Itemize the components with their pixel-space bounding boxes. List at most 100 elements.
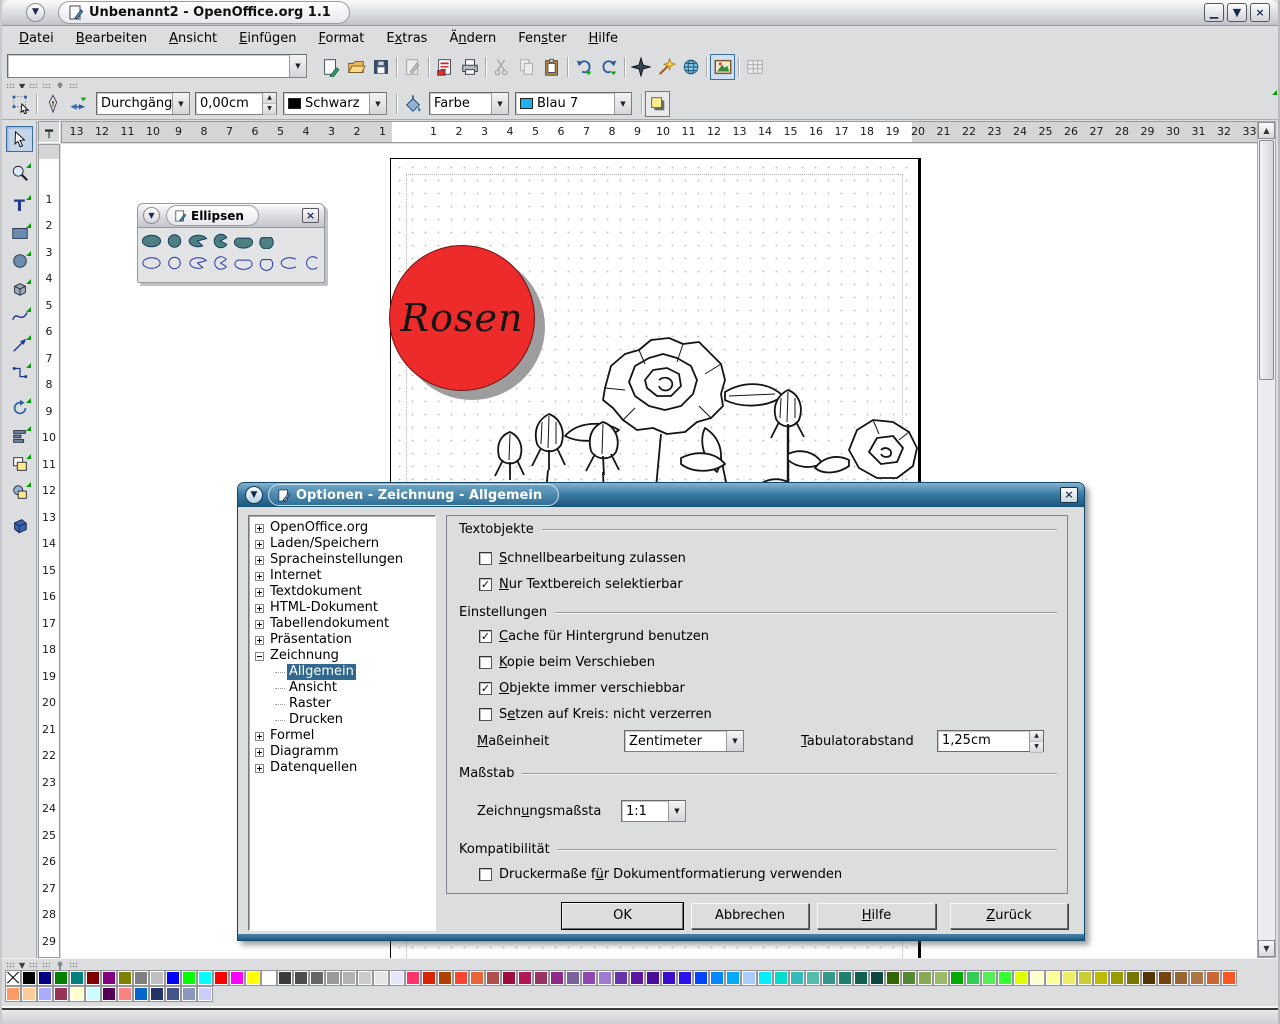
color-swatch-008000[interactable] <box>54 971 68 985</box>
color-swatch-008080[interactable] <box>70 971 84 985</box>
color-swatch-666666[interactable] <box>310 971 324 985</box>
color-swatch-aaccff[interactable] <box>742 971 756 985</box>
options-tree[interactable]: OpenOffice.orgLaden/SpeichernSpracheinst… <box>248 515 436 931</box>
edit-points-icon[interactable] <box>8 91 33 117</box>
scroll-up-button[interactable]: ▲ <box>1258 122 1275 139</box>
open-icon[interactable] <box>343 54 368 80</box>
tree-item-raster[interactable]: Raster <box>249 696 435 712</box>
ellipse-pie-filled-tool[interactable] <box>186 231 209 251</box>
color-swatch-0000ff[interactable] <box>166 971 180 985</box>
color-swatch-eeee66[interactable] <box>1062 971 1076 985</box>
color-swatch-ffffff[interactable] <box>262 971 276 985</box>
paste-icon[interactable] <box>539 54 564 80</box>
color-swatch-774411[interactable] <box>1158 971 1172 985</box>
dialog-menu-button[interactable]: ▼ <box>245 486 263 504</box>
cut-icon[interactable] <box>489 54 514 80</box>
tree-item-allgemein[interactable]: Allgemein <box>249 664 435 680</box>
checkbox-unchecked[interactable] <box>479 552 492 565</box>
color-swatch-558833[interactable] <box>902 971 916 985</box>
checkbox-no-distort-on-circle[interactable]: Setzen auf Kreis: nicht verzerren <box>479 706 712 722</box>
color-swatch-2a12ef[interactable] <box>678 971 692 985</box>
tree-item-datenquellen[interactable]: Datenquellen <box>249 760 435 776</box>
line-style-combobox[interactable]: Durchgäng ▼ <box>96 92 190 115</box>
minimize-button[interactable]: ▁ <box>1204 3 1224 22</box>
circle-pie-filled-tool[interactable] <box>209 231 232 251</box>
grip-handle[interactable] <box>42 962 51 969</box>
unit-combobox[interactable]: Zentimeter ▼ <box>624 730 744 752</box>
line-pen-icon[interactable] <box>40 91 65 117</box>
dialog-titlebar[interactable]: ▼ Optionen - Zeichnung - Allgemein × <box>238 483 1084 507</box>
menu-fenster[interactable]: Fenster <box>507 28 577 50</box>
grip-handle[interactable] <box>6 962 15 969</box>
expand-icon[interactable] <box>255 540 264 549</box>
menu-hilfe[interactable]: Hilfe <box>577 28 629 50</box>
color-swatch-8e2a8e[interactable] <box>550 971 564 985</box>
color-swatch-e6e6e6[interactable] <box>374 971 388 985</box>
color-swatch-4a0e9e[interactable] <box>646 971 660 985</box>
tree-item-formel[interactable]: Formel <box>249 728 435 744</box>
vertical-scrollbar[interactable]: ▲ ▼ <box>1257 121 1276 958</box>
scroll-down-button[interactable]: ▼ <box>1258 940 1275 957</box>
tree-item-ansicht[interactable]: Ansicht <box>249 680 435 696</box>
color-swatch-223366[interactable] <box>150 987 164 1001</box>
undo-icon[interactable] <box>571 54 596 80</box>
colorbar-handle[interactable]: ▼ <box>6 961 78 970</box>
menu-einfügen[interactable]: Einfügen <box>228 28 307 50</box>
color-swatch-cc6633[interactable] <box>1206 971 1220 985</box>
color-swatch-800080[interactable] <box>102 971 116 985</box>
effects-tool[interactable] <box>6 479 33 505</box>
color-swatch-6633aa[interactable] <box>614 971 628 985</box>
color-swatch-b04100[interactable] <box>438 971 452 985</box>
gallery-icon[interactable] <box>710 54 735 80</box>
window-titlebar[interactable]: ▼ Unbenannt2 - OpenOffice.org 1.1 ▁ ▼ × <box>2 0 1278 26</box>
ellipse-toolbar-close-button[interactable]: × <box>302 208 319 223</box>
expand-icon[interactable] <box>255 620 264 629</box>
checkbox-unchecked[interactable] <box>479 656 492 669</box>
line-color-combobox[interactable]: Schwarz ▼ <box>283 92 387 115</box>
color-swatch-e8653a[interactable] <box>470 971 484 985</box>
color-swatch-cccccc[interactable] <box>358 971 372 985</box>
fill-color-dropdown[interactable]: ▼ <box>614 93 631 114</box>
line-width-spinner[interactable]: ▲▼ <box>262 93 276 114</box>
color-swatch-4d4d4d[interactable] <box>294 971 308 985</box>
expand-icon[interactable] <box>255 748 264 757</box>
save-icon[interactable] <box>368 54 393 80</box>
color-swatch-336600[interactable] <box>886 971 900 985</box>
tab-stops-field[interactable]: 1,25cm ▲▼ <box>937 730 1044 752</box>
options-dialog[interactable]: ▼ Optionen - Zeichnung - Allgemein × Ope… <box>237 482 1085 941</box>
circle-arc-tool[interactable] <box>301 253 324 273</box>
ellipse-outline-tool[interactable] <box>140 253 163 273</box>
color-swatch-777700[interactable] <box>1126 971 1140 985</box>
zoom-tool[interactable] <box>6 160 33 186</box>
tree-item-textdokument[interactable]: Textdokument <box>249 584 435 600</box>
new-document-icon[interactable] <box>318 54 343 80</box>
tree-item-laden/speichern[interactable]: Laden/Speichern <box>249 536 435 552</box>
color-swatch-9d7bd3[interactable] <box>598 971 612 985</box>
circle-outline-tool[interactable] <box>163 253 186 273</box>
print-icon[interactable] <box>457 54 482 80</box>
alignment-tool[interactable] <box>6 423 33 449</box>
color-swatch-ff9966[interactable] <box>6 987 20 1001</box>
shadow-toggle-icon[interactable] <box>645 91 670 117</box>
ellipse-segment-filled-tool[interactable] <box>232 231 255 251</box>
tree-item-html-dokument[interactable]: HTML-Dokument <box>249 600 435 616</box>
color-swatch-808000[interactable] <box>118 971 132 985</box>
color-swatch-0044ff[interactable] <box>694 971 708 985</box>
color-swatch-996633[interactable] <box>1174 971 1188 985</box>
color-swatch-8899bb[interactable] <box>182 987 196 1001</box>
copy-icon[interactable] <box>514 54 539 80</box>
ellipse-toolbar-titlebar[interactable]: ▼ Ellipsen × <box>138 204 324 228</box>
color-swatch-3b3b3b[interactable] <box>278 971 292 985</box>
colorbar-more-arrow[interactable]: ▼ <box>19 962 25 969</box>
grip-handle[interactable] <box>29 962 38 969</box>
color-swatch-dc2300[interactable] <box>422 971 436 985</box>
drawing-scale-dropdown[interactable]: ▼ <box>668 801 685 821</box>
color-swatch-ff4332[interactable] <box>454 971 468 985</box>
checkbox-text-area-only[interactable]: ✓Nur Textbereich selektierbar <box>479 576 683 592</box>
checkbox-unchecked[interactable] <box>479 708 492 721</box>
color-swatch-0066cc[interactable] <box>134 987 148 1001</box>
cancel-button[interactable]: Abbrechen <box>691 903 809 929</box>
ellipse-tool[interactable] <box>6 248 33 274</box>
color-swatch-e6e6ff[interactable] <box>390 971 404 985</box>
color-swatch-000080[interactable] <box>38 971 52 985</box>
